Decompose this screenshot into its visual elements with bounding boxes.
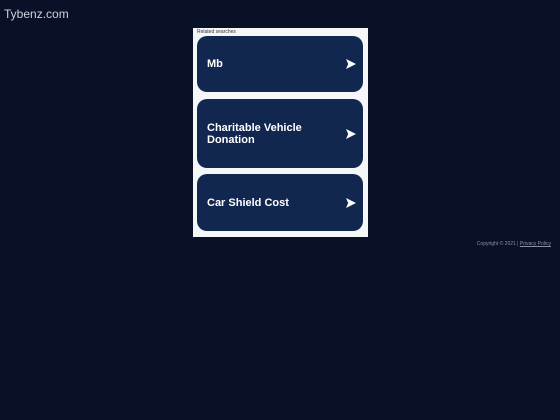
related-search-item-charitable-vehicle-donation[interactable]: Charitable Vehicle Donation [197,99,363,168]
page: Tybenz.com Related searches Mb Charitabl… [0,0,560,420]
related-searches-panel: Related searches Mb Charitable Vehicle D… [193,28,368,237]
related-search-item-mb[interactable]: Mb [197,36,363,92]
footer: Copyright © 2021 | Privacy Policy [477,241,551,247]
arrow-right-icon [346,197,356,208]
related-search-label: Charitable Vehicle Donation [207,121,302,146]
arrow-right-icon [346,128,356,139]
related-search-item-car-shield-cost[interactable]: Car Shield Cost [197,174,363,231]
related-search-label: Car Shield Cost [207,196,289,209]
site-title: Tybenz.com [4,7,69,21]
related-search-label: Mb [207,58,223,70]
copyright-text: Copyright © 2021 | [476,241,519,247]
arrow-right-icon [346,59,356,69]
privacy-policy-link[interactable]: Privacy Policy [520,241,551,247]
related-searches-heading: Related searches [197,29,236,35]
